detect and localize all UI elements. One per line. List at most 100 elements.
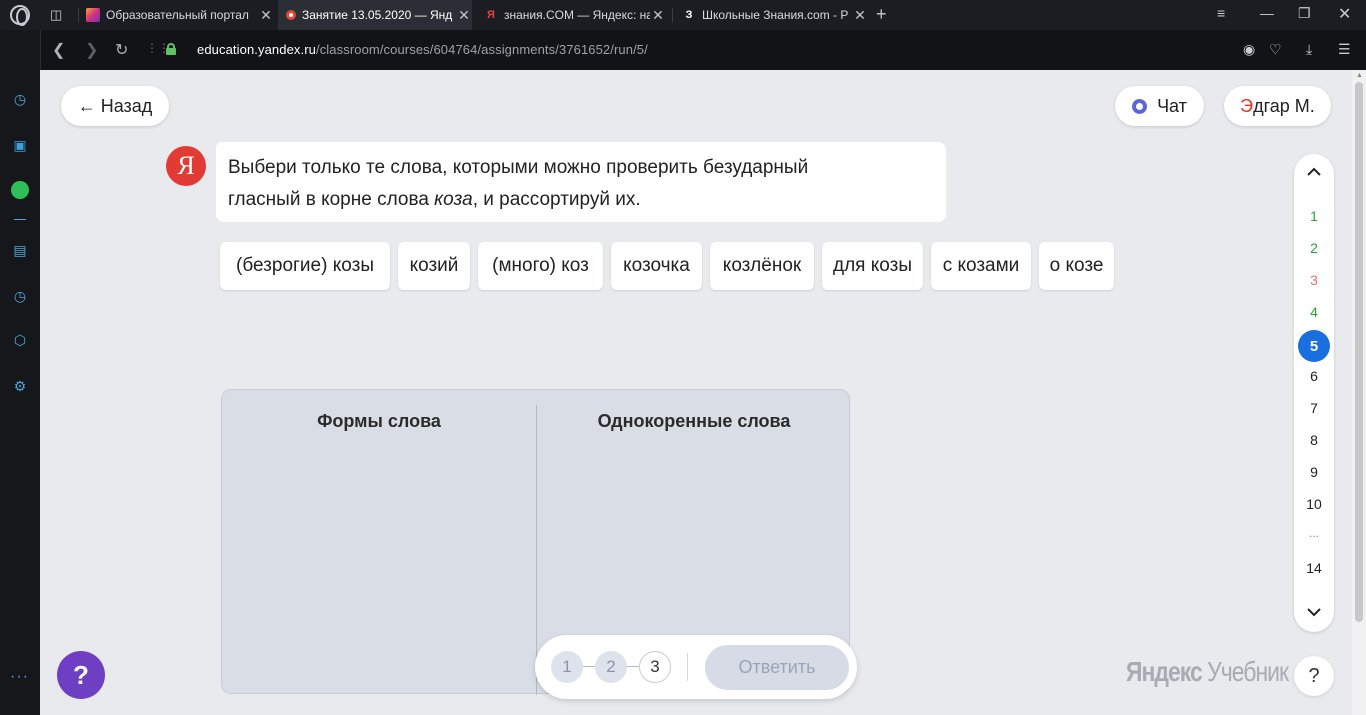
instagram-gradient-icon (86, 8, 100, 22)
lock-icon (166, 43, 176, 55)
more-dots-icon[interactable]: ··· (10, 668, 29, 686)
yandex-avatar: Я (166, 146, 206, 186)
tab-title: Занятие 13.05.2020 — Янд (302, 8, 453, 22)
reload-icon[interactable]: ↻ (115, 40, 128, 60)
chevron-up-icon[interactable] (1306, 164, 1322, 180)
task-text-line2-end: , и рассортируй их. (472, 189, 641, 210)
task-keyword: коза (434, 189, 473, 210)
tab-title: Школьные Знания.com - Р (702, 8, 849, 22)
question-link-10[interactable]: 10 (1294, 496, 1334, 512)
history-clock-icon[interactable]: ◷ (10, 286, 30, 306)
column-divider (536, 405, 537, 695)
user-menu-button[interactable]: Эдгар М. (1224, 86, 1331, 126)
task-text-line1: Выбери только те слова, которыми можно п… (228, 157, 809, 178)
question-link-7[interactable]: 7 (1294, 400, 1334, 416)
opera-sidebar (0, 30, 40, 715)
tab-separator (78, 8, 79, 22)
support-help-button[interactable]: ? (1294, 656, 1334, 696)
scroll-up-icon[interactable]: ▲ (1356, 72, 1363, 79)
close-icon[interactable]: ✕ (258, 7, 274, 24)
word-chip[interactable]: козлёнок (710, 242, 814, 290)
help-button[interactable]: ? (57, 651, 105, 699)
word-chip[interactable]: о козе (1039, 242, 1114, 290)
minimize-icon[interactable]: — (1260, 5, 1274, 21)
step-3: 3 (639, 651, 671, 683)
new-tab-plus-icon[interactable]: + (876, 4, 887, 25)
yandex-y-icon: Я (487, 9, 495, 21)
speedometer-icon[interactable]: ◷ (10, 89, 30, 109)
yandex-education-icon (286, 10, 296, 20)
question-link-5-current[interactable]: 5 (1298, 330, 1330, 362)
user-name-first-letter: Э (1240, 95, 1254, 116)
chevron-down-icon[interactable] (1306, 604, 1322, 620)
whatsapp-icon[interactable] (10, 180, 30, 200)
word-chip[interactable]: козий (398, 242, 470, 290)
question-link-14[interactable]: 14 (1294, 560, 1334, 576)
stepper-separator (687, 653, 688, 681)
scrollbar-thumb[interactable] (1355, 82, 1363, 622)
word-chip[interactable]: козочка (611, 242, 702, 290)
back-arrow-icon[interactable]: ❮ (52, 40, 65, 60)
page-scrollbar[interactable]: ▲ (1352, 70, 1366, 715)
word-chip[interactable]: (безрогие) козы (220, 242, 390, 290)
task-instruction-bubble: Выбери только те слова, которыми можно п… (216, 142, 946, 222)
browser-tab-bar: ◫ Образовательный портал ✕ Занятие 13.05… (0, 0, 1366, 30)
chat-button[interactable]: Чат (1115, 86, 1204, 126)
znania-z-icon: З (685, 9, 693, 21)
opera-logo-icon[interactable] (10, 5, 30, 26)
question-navigation: 1 2 3 4 5 6 7 8 9 10 ... 14 (1294, 154, 1334, 632)
question-ellipsis[interactable]: ... (1294, 526, 1334, 540)
question-link-1[interactable]: 1 (1294, 208, 1334, 224)
tab-zanyatie[interactable]: Занятие 13.05.2020 — Янд ✕ (278, 0, 472, 30)
forward-arrow-icon[interactable]: ❯ (85, 40, 98, 60)
question-link-4[interactable]: 4 (1294, 304, 1334, 320)
back-button[interactable]: ← Назад (61, 86, 169, 126)
brand-bold: Яндекс (1126, 656, 1203, 687)
chat-icon (1132, 98, 1148, 114)
tab-title: знания.COM — Яндекс: на (504, 8, 650, 22)
easy-setup-icon[interactable]: ☰ (1338, 41, 1351, 58)
url-field[interactable]: education.yandex.ru/classroom/courses/60… (197, 42, 648, 57)
window-close-icon[interactable]: ✕ (1338, 4, 1351, 24)
heart-icon[interactable]: ♡ (1269, 41, 1282, 58)
answer-button[interactable]: Ответить (705, 645, 849, 690)
extensions-cube-icon[interactable]: ⬡ (10, 330, 30, 350)
question-link-3[interactable]: 3 (1294, 272, 1334, 288)
step-connector (583, 666, 595, 667)
step-connector (627, 666, 639, 667)
camera-icon[interactable]: ◉ (1243, 41, 1255, 58)
question-link-8[interactable]: 8 (1294, 432, 1334, 448)
sidebar-separator (14, 219, 26, 220)
url-host: education.yandex.ru (197, 42, 316, 57)
task-text-line2-start: гласный в корне слова (228, 189, 435, 210)
word-chip[interactable]: для козы (822, 242, 923, 290)
question-link-2[interactable]: 2 (1294, 240, 1334, 256)
step-2: 2 (595, 651, 627, 683)
gamepad-icon[interactable]: ◫ (50, 7, 68, 23)
question-link-9[interactable]: 9 (1294, 464, 1334, 480)
download-icon[interactable]: ⤓ (1306, 41, 1312, 58)
close-icon[interactable]: ✕ (456, 7, 472, 24)
close-icon[interactable]: ✕ (852, 7, 868, 24)
tab-title: Образовательный портал (106, 8, 249, 22)
chat-label: Чат (1157, 95, 1187, 116)
tab-znania-yandex[interactable]: Я знания.COM — Яндекс: на ✕ (480, 0, 666, 30)
close-icon[interactable]: ✕ (650, 7, 666, 24)
question-link-6[interactable]: 6 (1294, 368, 1334, 384)
twitch-icon[interactable]: ▣ (10, 135, 30, 155)
news-icon[interactable]: ▤ (10, 240, 30, 260)
word-chip[interactable]: с козами (931, 242, 1031, 290)
tab-shkolnye-znania[interactable]: З Школьные Знания.com - Р ✕ (678, 0, 868, 30)
tab-menu-icon[interactable]: ≡ (1217, 5, 1225, 21)
settings-gear-icon[interactable]: ⚙ (10, 376, 30, 396)
column-title-word-forms: Формы слова (317, 411, 441, 431)
attempt-stepper: 1 2 3 Ответить (535, 635, 857, 699)
restore-icon[interactable]: ❐ (1298, 5, 1311, 22)
tab-obrazovatelny-portal[interactable]: Образовательный портал ✕ (84, 0, 274, 30)
yandex-uchebnik-logo: Яндекс Учебник (1126, 656, 1289, 688)
user-name-rest: дгар М. (1253, 95, 1315, 116)
brand-light: Учебник (1207, 656, 1289, 687)
step-1: 1 (551, 651, 583, 683)
tab-separator (672, 8, 673, 22)
word-chip[interactable]: (много) коз (478, 242, 603, 290)
